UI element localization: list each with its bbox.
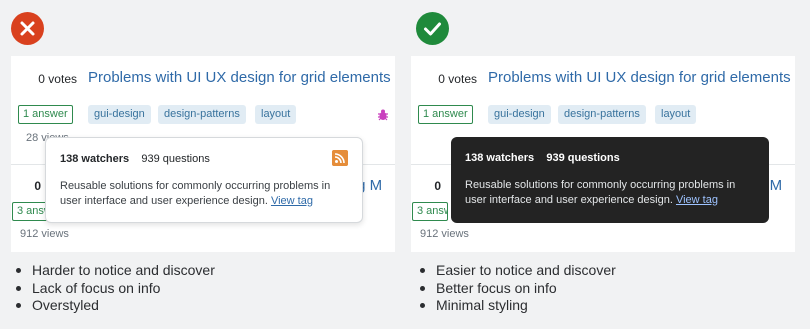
bad-example-badge xyxy=(11,12,44,45)
answer-count-badge: 1 answer xyxy=(18,105,73,124)
x-icon xyxy=(20,21,35,36)
view-tag-link[interactable]: View tag xyxy=(271,195,313,207)
rss-icon[interactable] xyxy=(332,150,348,166)
watcher-count: 138 watchers xyxy=(465,152,535,164)
tag-popover-light: 138 watchers 939 questions Reusable solu… xyxy=(45,137,363,223)
bad-point: Harder to notice and discover xyxy=(16,262,215,280)
bug-icon xyxy=(378,109,388,121)
tag-gui-design[interactable]: gui-design xyxy=(88,105,151,124)
view-count-2: 912 views xyxy=(420,228,469,240)
vote-count: 0 votes xyxy=(38,72,77,86)
check-icon xyxy=(424,22,441,36)
tag-description: Reusable solutions for commonly occurrin… xyxy=(60,179,348,209)
tag-description: Reusable solutions for commonly occurrin… xyxy=(465,178,755,208)
answer-count-badge: 1 answer xyxy=(418,105,473,124)
question-count: 939 questions xyxy=(141,153,210,165)
question-title-link[interactable]: Problems with UI UX design for grid elem… xyxy=(88,68,391,88)
question-count: 939 questions xyxy=(546,152,620,164)
good-point: Easier to notice and discover xyxy=(420,262,616,280)
bad-point: Overstyled xyxy=(16,297,215,315)
bad-point: Lack of focus on info xyxy=(16,280,215,298)
view-count-2: 912 views xyxy=(20,228,69,240)
question-title-link[interactable]: Problems with UI UX design for grid elem… xyxy=(488,68,791,88)
watcher-count: 138 watchers xyxy=(60,153,130,165)
vote-count-2: 0 xyxy=(34,179,41,193)
vote-count: 0 votes xyxy=(438,72,477,86)
tag-design-patterns[interactable]: design-patterns xyxy=(558,105,646,124)
tag-stats: 138 watchers 939 questions xyxy=(465,151,755,165)
good-point: Better focus on info xyxy=(420,280,616,298)
good-point: Minimal styling xyxy=(420,297,616,315)
tag-layout[interactable]: layout xyxy=(655,105,697,124)
tag-popover-dark: 138 watchers 939 questions Reusable solu… xyxy=(451,137,769,223)
tag-gui-design[interactable]: gui-design xyxy=(488,105,551,124)
answer-count-badge-2: 3 answers xyxy=(412,202,448,221)
answer-count-badge-2: 3 answers xyxy=(12,202,48,221)
tag-layout[interactable]: layout xyxy=(255,105,297,124)
bad-points-list: Harder to notice and discover Lack of fo… xyxy=(16,262,215,315)
view-tag-link[interactable]: View tag xyxy=(676,194,718,206)
good-points-list: Easier to notice and discover Better foc… xyxy=(420,262,616,315)
good-example-badge xyxy=(416,12,449,45)
tag-design-patterns[interactable]: design-patterns xyxy=(158,105,246,124)
tag-stats: 138 watchers 939 questions xyxy=(60,152,348,166)
vote-count-2: 0 xyxy=(434,179,441,193)
